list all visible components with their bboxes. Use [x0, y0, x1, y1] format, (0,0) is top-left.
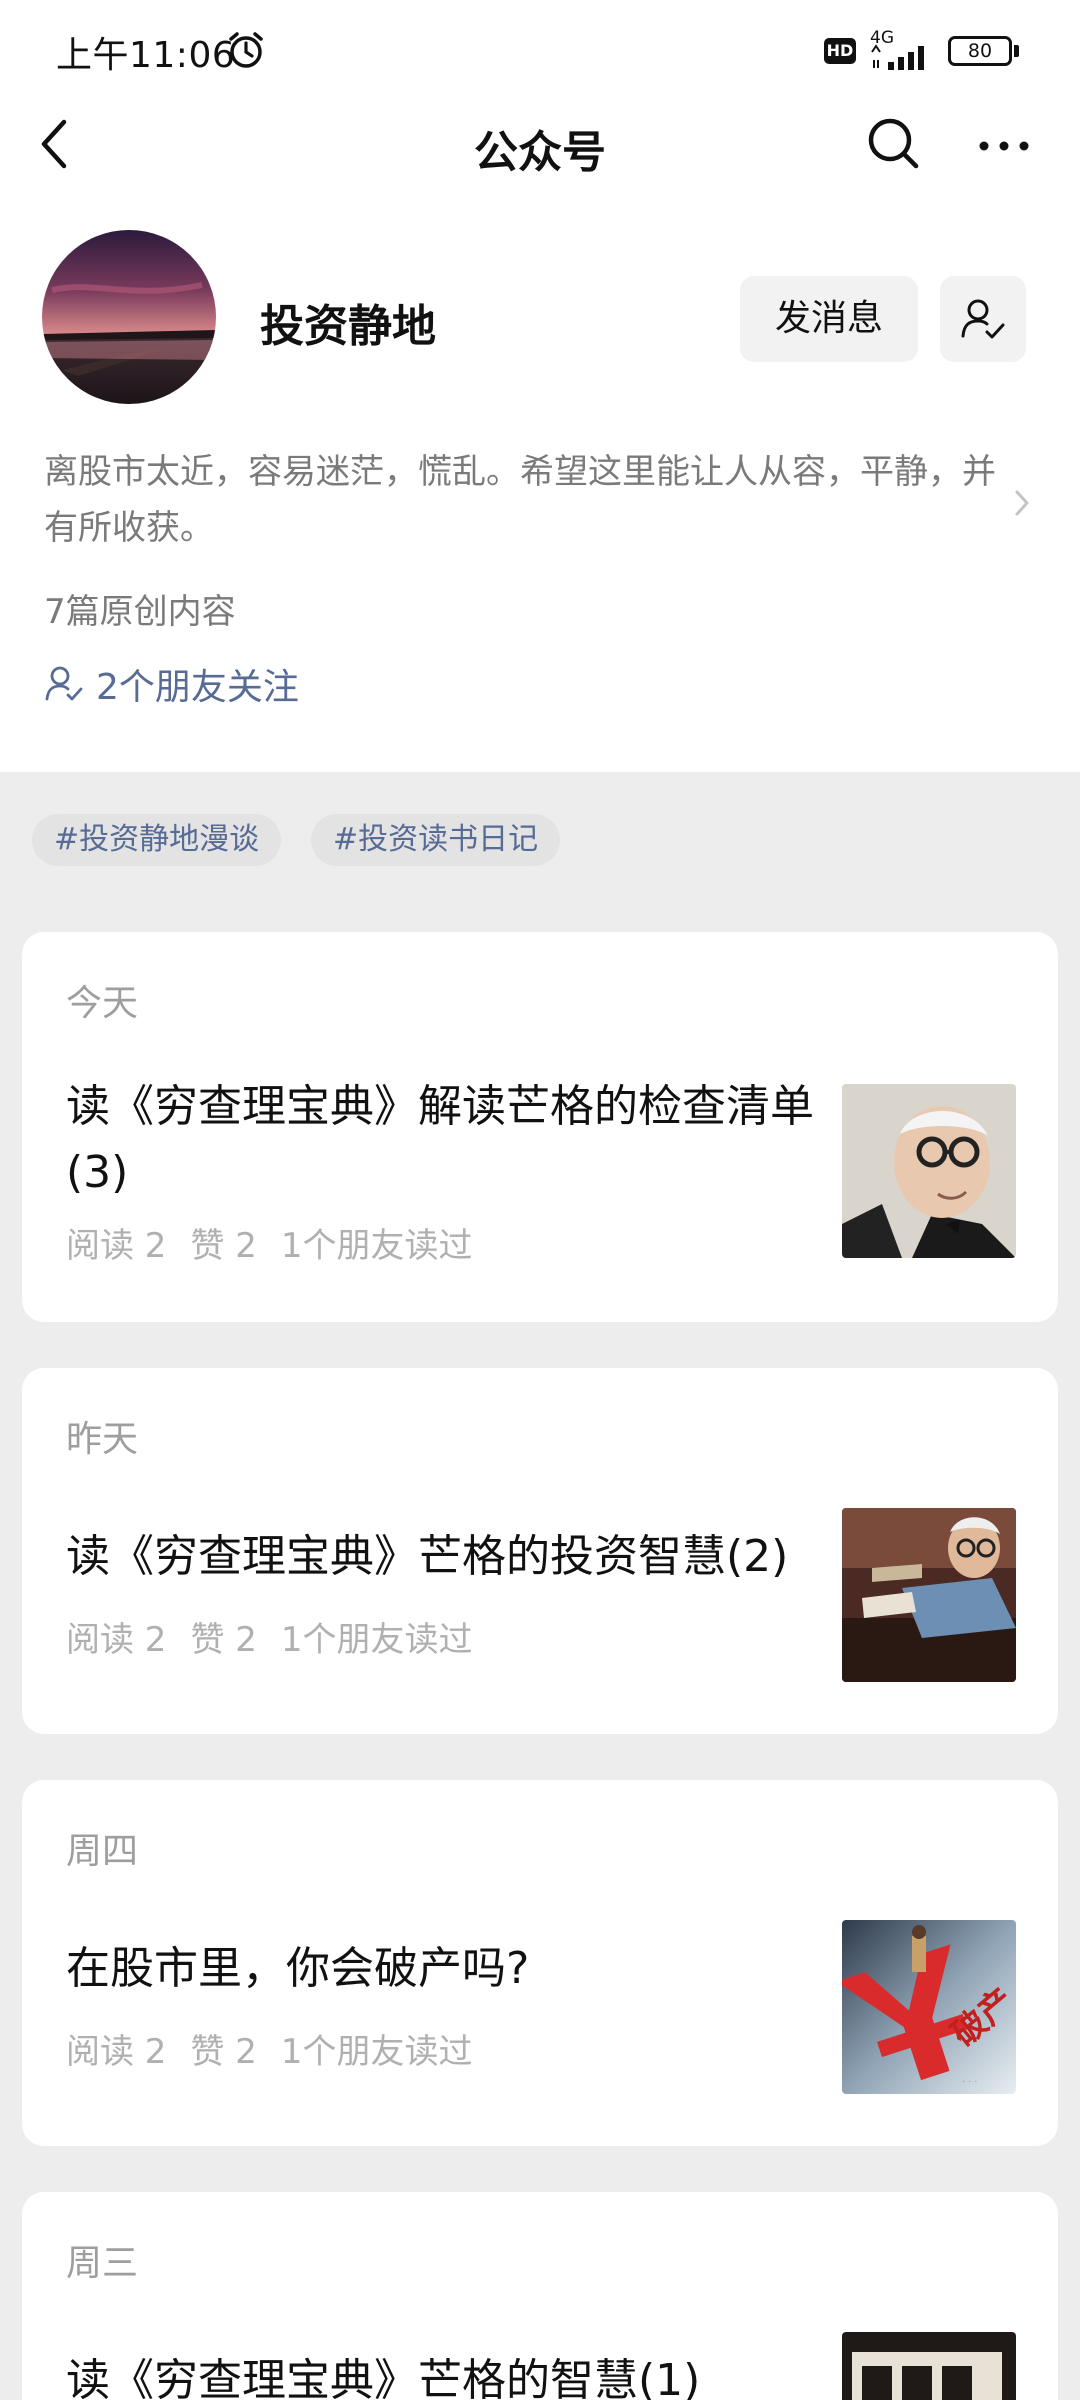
status-time: 上午11:06	[56, 35, 236, 76]
like-count: 赞 2	[190, 2032, 257, 2072]
article-thumbnail[interactable]	[842, 2332, 1016, 2400]
portrait-sketch-image	[842, 1084, 1016, 1258]
article-thumbnail[interactable]	[842, 1084, 1016, 1258]
article-card[interactable]: 今天 读《穷查理宝典》解读芒格的检查清单(3) 阅读 2 赞 2 1个朋友读过	[22, 932, 1058, 1322]
bankruptcy-yen-image: 破产 · · ·	[842, 1920, 1016, 2094]
article-stats: 阅读 2 赞 2 1个朋友读过	[66, 1218, 497, 1267]
signal-strength-icon	[871, 44, 924, 70]
friends-read: 1个朋友读过	[280, 1620, 473, 1660]
article-card[interactable]: 周三 读《穷查理宝典》芒格的智慧(1)	[22, 2192, 1058, 2400]
article-date: 周四	[66, 1831, 139, 1872]
article-thumbnail[interactable]	[842, 1508, 1016, 1682]
read-count: 阅读 2	[66, 1620, 167, 1660]
article-title[interactable]: 读《穷查理宝典》解读芒格的检查清单(3)	[66, 1074, 826, 1206]
article-date: 今天	[66, 983, 139, 1024]
like-count: 赞 2	[190, 1620, 257, 1660]
article-date: 昨天	[66, 1419, 139, 1460]
account-avatar[interactable]	[42, 230, 216, 404]
account-intro[interactable]: 离股市太近，容易迷茫，慌乱。希望这里能让人从容，平静，并有所收获。	[44, 444, 1004, 556]
topic-tag[interactable]: #投资读书日记	[311, 814, 561, 866]
article-card[interactable]: 周四 在股市里，你会破产吗? 阅读 2 赞 2 1个朋友读过 破产 · · ·	[22, 1780, 1058, 2146]
search-icon[interactable]	[866, 116, 922, 172]
status-bar: 上午11:06 HD 4G 80	[0, 0, 1080, 100]
article-thumbnail[interactable]: 破产 · · ·	[842, 1920, 1016, 2094]
topic-tag[interactable]: #投资静地漫谈	[32, 814, 282, 866]
friends-read: 1个朋友读过	[280, 2032, 473, 2072]
original-content-count: 7篇原创内容	[44, 592, 236, 632]
article-stats: 阅读 2 赞 2 1个朋友读过	[66, 2024, 497, 2073]
book-cover-image	[842, 2332, 1016, 2400]
article-card[interactable]: 昨天 读《穷查理宝典》芒格的投资智慧(2) 阅读 2 赞 2 1个朋友读过	[22, 1368, 1058, 1734]
svg-text:· · ·: · · ·	[962, 2076, 978, 2087]
battery-cap	[1014, 45, 1019, 57]
like-count: 赞 2	[190, 1226, 257, 1266]
friends-read: 1个朋友读过	[280, 1226, 473, 1266]
chevron-right-icon[interactable]	[1012, 488, 1032, 518]
send-message-button[interactable]: 发消息	[740, 276, 918, 362]
man-at-desk-image	[842, 1508, 1016, 1682]
user-check-icon	[961, 299, 1005, 339]
follow-status-button[interactable]	[940, 276, 1026, 362]
article-stats: 阅读 2 赞 2 1个朋友读过	[66, 1612, 497, 1661]
read-count: 阅读 2	[66, 2032, 167, 2072]
friend-icon	[45, 666, 83, 701]
account-name: 投资静地	[260, 301, 436, 352]
battery-level: 80	[948, 36, 1012, 66]
article-title[interactable]: 在股市里，你会破产吗?	[66, 1936, 826, 2002]
battery-indicator: 80	[948, 36, 1020, 66]
sunset-pier-image	[42, 230, 216, 404]
alarm-clock-icon	[229, 32, 263, 68]
article-date: 周三	[66, 2243, 139, 2284]
hd-badge: HD	[824, 38, 856, 64]
article-title[interactable]: 读《穷查理宝典》芒格的智慧(1)	[66, 2348, 826, 2400]
friends-following-text: 2个朋友关注	[96, 667, 299, 708]
read-count: 阅读 2	[66, 1226, 167, 1266]
more-options-icon[interactable]	[976, 126, 1032, 166]
article-title[interactable]: 读《穷查理宝典》芒格的投资智慧(2)	[66, 1524, 826, 1590]
